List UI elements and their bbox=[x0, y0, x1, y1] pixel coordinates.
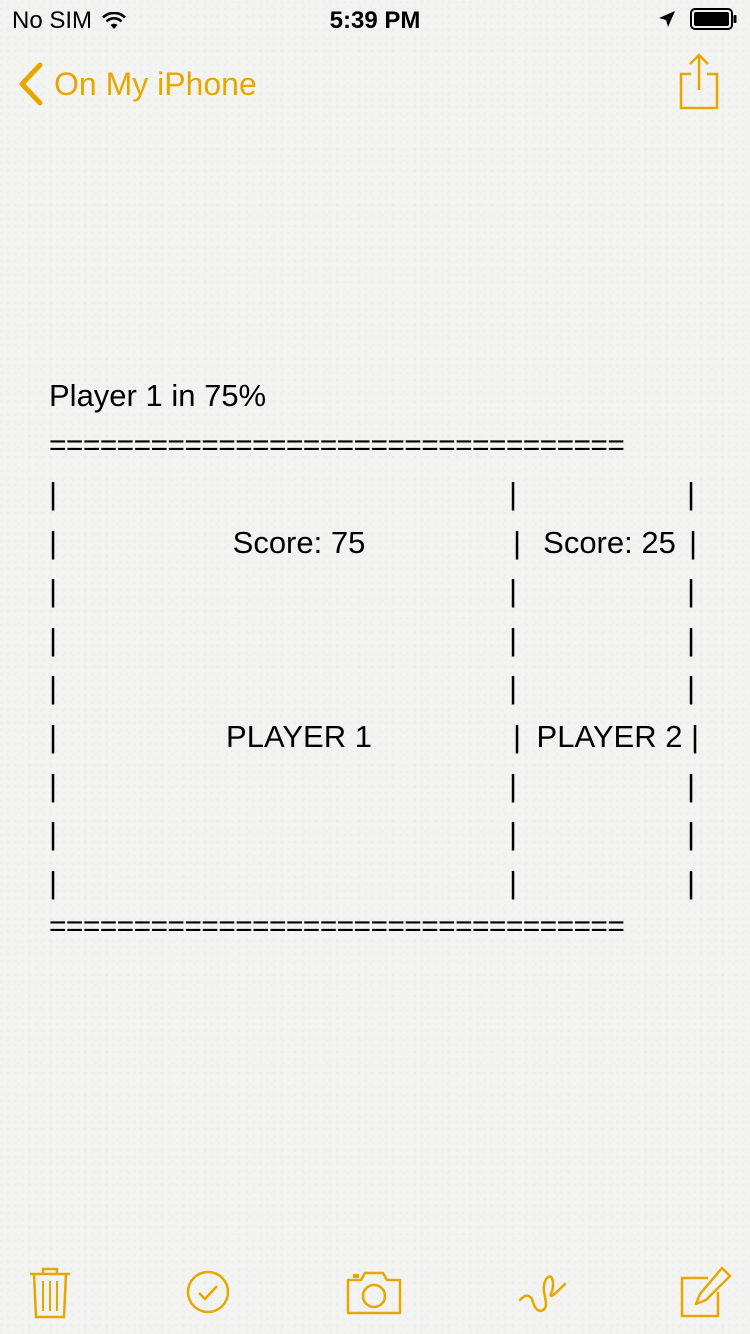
ascii-row: | | | bbox=[49, 573, 696, 609]
note-title: Player 1 in 75% bbox=[49, 378, 267, 413]
ascii-row: | | | bbox=[49, 816, 696, 852]
player1-score: Score: 75 bbox=[232, 524, 366, 560]
player2-score: Score: 25 bbox=[543, 524, 676, 560]
checklist-icon[interactable] bbox=[180, 1264, 236, 1320]
sketch-icon[interactable] bbox=[515, 1264, 571, 1320]
nav-bar: On My iPhone bbox=[0, 40, 750, 128]
status-time: 5:39 PM bbox=[329, 7, 421, 34]
location-arrow-icon bbox=[659, 11, 675, 27]
chevron-left-icon bbox=[19, 62, 43, 106]
status-right bbox=[658, 8, 738, 30]
share-icon[interactable] bbox=[676, 52, 722, 112]
battery-icon bbox=[690, 8, 737, 30]
status-bar: No SIM 5:39 PM bbox=[0, 0, 750, 40]
ascii-row: | | | bbox=[49, 476, 696, 511]
player2-label: PLAYER 2 bbox=[536, 718, 683, 754]
trash-icon[interactable] bbox=[22, 1264, 78, 1320]
back-button[interactable]: On My iPhone bbox=[18, 58, 257, 110]
top-rule: ================================== bbox=[49, 429, 625, 462]
compose-icon[interactable] bbox=[678, 1264, 734, 1320]
bottom-toolbar bbox=[0, 1250, 750, 1334]
ascii-row: | | | bbox=[49, 621, 696, 657]
bottom-rule: ================================== bbox=[49, 910, 625, 944]
ascii-row-scores: | Score: 75 | Score: 25 | bbox=[49, 519, 709, 568]
notes-screen: No SIM 5:39 PM On My iPhone Player 1 in … bbox=[0, 0, 750, 1334]
note-body[interactable]: Player 1 in 75% ========================… bbox=[49, 372, 709, 951]
camera-icon[interactable] bbox=[345, 1264, 403, 1320]
back-label: On My iPhone bbox=[54, 65, 257, 102]
ascii-row: | | | bbox=[49, 767, 696, 803]
ascii-row: | | | bbox=[49, 864, 696, 900]
ascii-row-labels: | PLAYER 1 | PLAYER 2 | bbox=[49, 713, 709, 762]
ascii-row: | | | bbox=[49, 670, 696, 706]
player1-label: PLAYER 1 bbox=[226, 718, 372, 754]
